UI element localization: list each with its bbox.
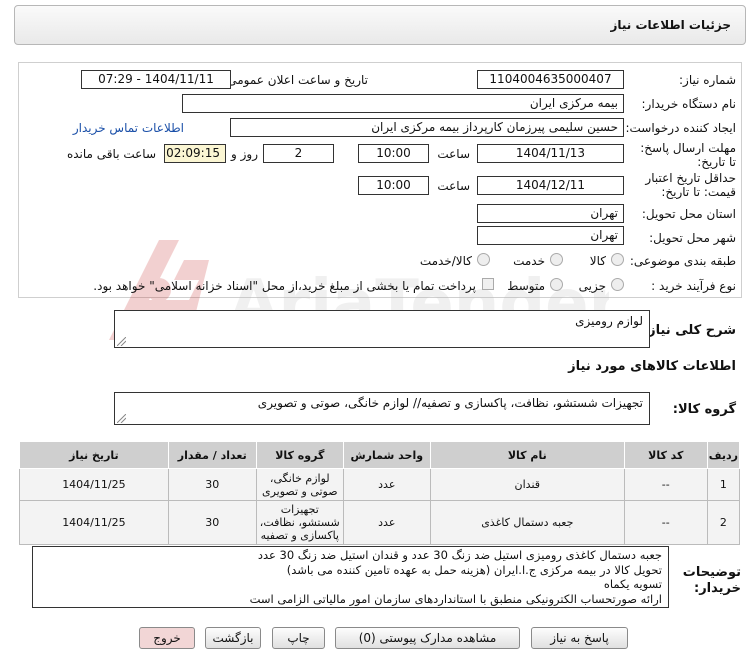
deadline-time-field: 10:00 xyxy=(358,144,429,163)
category-option-goods-service: کالا/خدمت xyxy=(419,254,472,268)
page-title: جزئیات اطلاعات نیاز xyxy=(610,18,731,32)
remaining-label: ساعت باقی مانده xyxy=(66,147,156,161)
category-radio-service[interactable] xyxy=(550,253,563,266)
creator-field: حسین سلیمی پیرزمان کارپرداز بیمه مرکزی ا… xyxy=(230,118,624,137)
goods-table: ردیف کد کالا نام کالا واحد شمارش گروه کا… xyxy=(19,441,741,545)
creator-label: ایجاد کننده درخواست: xyxy=(625,121,736,135)
resize-grip-icon xyxy=(117,414,126,423)
table-row: 1 -- قندان عدد لوازم خانگی، صوتی و تصویر… xyxy=(19,468,741,501)
cell-qty: 30 xyxy=(167,500,257,545)
print-button[interactable]: چاپ xyxy=(272,627,325,649)
goods-group-text: تجهیزات شستشو، نظافت، پاکسازی و تصفیه// … xyxy=(257,396,643,410)
view-attachments-button[interactable]: مشاهده مدارک پیوستی (0) xyxy=(335,627,520,649)
deadline-time-label: ساعت xyxy=(437,147,470,161)
cell-name: قندان xyxy=(429,468,625,501)
remaining-time-field: 02:09:15 xyxy=(164,144,226,163)
category-radio-goods-service[interactable] xyxy=(477,253,490,266)
deadline-label: مهلت ارسال پاسخ: تا تاریخ: xyxy=(640,141,736,169)
process-option-medium: متوسط xyxy=(507,279,545,293)
need-number-label: شماره نیاز: xyxy=(679,73,736,87)
validity-date-field: 1404/12/11 xyxy=(477,176,624,195)
col-header-group: گروه کالا xyxy=(255,441,344,469)
buyer-note-line: جعبه دستمال کاغذی رومیزی استیل ضد زنگ 30… xyxy=(257,548,662,562)
col-header-name: نام کالا xyxy=(429,441,625,469)
cell-unit: عدد xyxy=(342,500,431,545)
description-text: لوازم رومیزی xyxy=(575,314,643,328)
city-field: تهران xyxy=(477,226,624,245)
table-header-row: ردیف کد کالا نام کالا واحد شمارش گروه کا… xyxy=(19,441,741,469)
cell-date: 1404/11/25 xyxy=(19,468,169,501)
col-header-index: ردیف xyxy=(706,441,741,469)
treasury-payment-checkbox[interactable] xyxy=(482,278,494,290)
col-header-qty: تعداد / مقدار xyxy=(167,441,257,469)
treasury-payment-note: پرداخت تمام یا بخشی از مبلغ خرید،از محل … xyxy=(93,279,476,293)
cell-date: 1404/11/25 xyxy=(19,500,169,545)
description-textarea[interactable]: لوازم رومیزی xyxy=(114,310,650,348)
category-option-service: خدمت xyxy=(513,254,545,268)
days-label: روز و xyxy=(231,147,258,161)
resize-grip-icon xyxy=(117,337,126,346)
validity-label: حداقل تاریخ اعتبار قیمت: تا تاریخ: xyxy=(645,171,736,199)
cell-name: جعبه دستمال کاغذی xyxy=(429,500,625,545)
goods-group-textarea[interactable]: تجهیزات شستشو، نظافت، پاکسازی و تصفیه// … xyxy=(114,392,650,425)
process-label: نوع فرآیند خرید : xyxy=(651,279,736,293)
process-radio-medium[interactable] xyxy=(550,278,563,291)
title-bar: جزئیات اطلاعات نیاز xyxy=(14,5,746,45)
cell-code: -- xyxy=(623,468,708,501)
category-label: طبقه بندی موضوعی: xyxy=(629,254,736,268)
days-field: 2 xyxy=(263,144,334,163)
cell-qty: 30 xyxy=(167,468,257,501)
cell-index: 1 xyxy=(706,468,741,501)
goods-group-label: گروه کالا: xyxy=(672,402,736,417)
contact-buyer-link[interactable]: اطلاعات تماس خریدار xyxy=(73,121,184,135)
category-radio-goods[interactable] xyxy=(611,253,624,266)
back-button[interactable]: بازگشت xyxy=(205,627,261,649)
col-header-code: کد کالا xyxy=(623,441,708,469)
cell-group: تجهیزات شستشو، نظافت، پاکسازی و تصفیه xyxy=(255,500,344,545)
validity-time-field: 10:00 xyxy=(358,176,429,195)
buyer-note-line: تحویل کالا در بیمه مرکزی ج.ا.ایران (هزین… xyxy=(286,562,662,577)
table-row: 2 -- جعبه دستمال کاغذی عدد تجهیزات شستشو… xyxy=(19,500,741,545)
col-header-unit: واحد شمارش xyxy=(342,441,431,469)
goods-section-title: اطلاعات کالاهای مورد نیاز xyxy=(568,359,736,374)
cell-index: 2 xyxy=(706,500,741,545)
announce-field: 1404/11/11 - 07:29 xyxy=(81,70,231,89)
province-field: تهران xyxy=(477,204,624,223)
need-number-field: 1104004635000407 xyxy=(477,70,624,89)
buyer-notes-box[interactable]: جعبه دستمال کاغذی رومیزی استیل ضد زنگ 30… xyxy=(32,546,669,608)
buyer-note-line: تسویه یکماه xyxy=(603,577,662,591)
announce-label: تاریخ و ساعت اعلان عمومی: xyxy=(223,73,368,87)
process-radio-minor[interactable] xyxy=(611,278,624,291)
province-label: استان محل تحویل: xyxy=(641,207,736,221)
process-option-minor: جزیی xyxy=(578,279,606,293)
buyer-org-label: نام دستگاه خریدار: xyxy=(641,97,737,111)
buyer-org-field: بیمه مرکزی ایران xyxy=(182,94,624,113)
city-label: شهر محل تحویل: xyxy=(649,231,736,245)
exit-button[interactable]: خروج xyxy=(139,627,195,649)
col-header-date: تاریخ نیاز xyxy=(19,441,169,469)
description-label: شرح کلی نیاز: xyxy=(642,323,736,338)
category-option-goods: کالا xyxy=(589,254,606,268)
validity-time-label: ساعت xyxy=(437,179,470,193)
deadline-date-field: 1404/11/13 xyxy=(477,144,624,163)
reply-button[interactable]: پاسخ به نیاز xyxy=(531,627,628,649)
cell-code: -- xyxy=(623,500,708,545)
buyer-note-line: ارائه صورتحساب الکترونیکی منطبق با استان… xyxy=(249,591,662,606)
buyer-notes-label: توضیحات خریدار: xyxy=(682,565,741,596)
cell-unit: عدد xyxy=(342,468,431,501)
cell-group: لوازم خانگی، صوتی و تصویری xyxy=(255,468,344,501)
